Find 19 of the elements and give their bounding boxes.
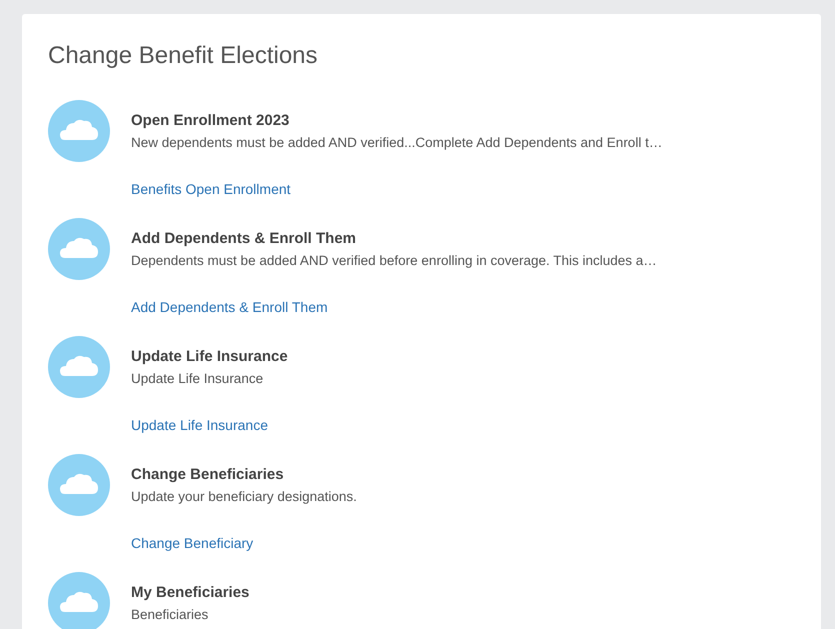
cloud-icon: [48, 454, 110, 516]
item-description: Dependents must be added AND verified before enrolling in coverage. This includes a…: [131, 252, 657, 270]
item-title: Add Dependents & Enroll Them: [131, 229, 358, 249]
item-title: My Beneficiaries: [131, 583, 250, 603]
item-description: New dependents must be added AND verified...Complete Add Dependents and Enroll t…: [131, 134, 662, 152]
item-description: Update Life Insurance: [131, 370, 264, 388]
cloud-icon: [48, 336, 110, 398]
item-link[interactable]: Update Life Insurance: [131, 414, 268, 436]
item-description: Update your beneficiary designations.: [131, 488, 357, 506]
item-link[interactable]: Change Beneficiary: [131, 532, 254, 554]
card-title: Change Benefit Elections: [48, 41, 319, 71]
item-title: Open Enrollment 2023: [131, 111, 290, 131]
item-description: Beneficiaries: [131, 606, 210, 624]
item-title: Change Beneficiaries: [131, 465, 285, 485]
item-link[interactable]: Add Dependents & Enroll Them: [131, 296, 328, 318]
item-link[interactable]: Benefits Open Enrollment: [131, 178, 291, 200]
cloud-icon: [48, 218, 110, 280]
item-title: Update Life Insurance: [131, 347, 288, 367]
cloud-icon: [48, 100, 110, 162]
